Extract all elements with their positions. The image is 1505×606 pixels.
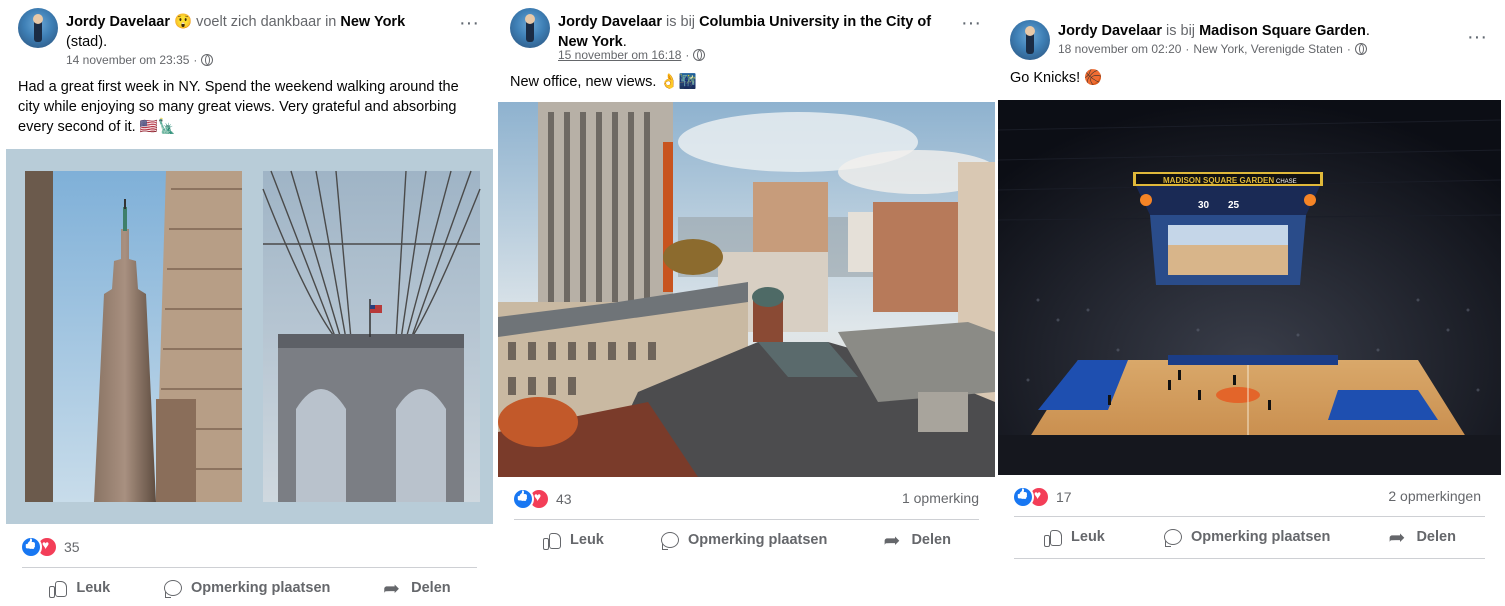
place-suffix: . bbox=[1365, 23, 1370, 39]
post-title-line: Jordy Davelaar 😲 voelt zich dankbaar in … bbox=[66, 12, 437, 52]
like-button[interactable]: Leuk bbox=[1043, 527, 1105, 547]
divider-bottom bbox=[1014, 558, 1485, 559]
share-button[interactable]: Delen bbox=[1388, 525, 1456, 550]
comment-icon bbox=[163, 578, 183, 598]
comment-label: Opmerking plaatsen bbox=[1190, 529, 1331, 545]
reaction-count: 43 bbox=[556, 491, 572, 507]
comment-icon bbox=[1163, 527, 1183, 547]
share-label: Delen bbox=[911, 532, 951, 548]
action-bar: Leuk Opmerking plaatsen Delen bbox=[22, 570, 477, 606]
post-date[interactable]: 18 november om 02:20 bbox=[1058, 42, 1181, 56]
action-text: is bij bbox=[661, 14, 700, 30]
globe-icon bbox=[201, 54, 214, 66]
madison-square-garden-photo: MADISON SQUARE GARDEN CHASE 30 25 bbox=[998, 100, 1501, 475]
reaction-count: 17 bbox=[1056, 489, 1072, 505]
comment-button[interactable]: Opmerking plaatsen bbox=[1163, 527, 1330, 547]
comment-label: Opmerking plaatsen bbox=[687, 532, 828, 548]
reaction-count: 35 bbox=[64, 539, 80, 555]
post-text: New office, new views. 👌🌃 bbox=[510, 74, 697, 90]
post-title-line: Jordy Davelaar is bij Columbia Universit… bbox=[558, 12, 939, 52]
place-link[interactable]: Madison Square Garden bbox=[1199, 23, 1366, 39]
photo-collage-svg bbox=[25, 170, 481, 502]
more-options-icon[interactable]: ··· bbox=[457, 13, 481, 38]
share-button[interactable]: Delen bbox=[383, 576, 451, 601]
post-meta: 18 november om 02:20 · New York, Verenig… bbox=[1058, 42, 1367, 56]
comment-button[interactable]: Opmerking plaatsen bbox=[163, 578, 330, 598]
share-label: Delen bbox=[1416, 529, 1456, 545]
post-date[interactable]: 14 november om 23:35 bbox=[66, 53, 189, 67]
reaction-summary[interactable]: 35 bbox=[20, 536, 80, 558]
post-date[interactable]: 15 november om 16:18 bbox=[558, 48, 681, 62]
post-text: Had a great first week in NY. Spend the … bbox=[18, 79, 459, 135]
thumbs-up-icon bbox=[1043, 527, 1063, 547]
post-header: Jordy Davelaar is bij Columbia Universit… bbox=[510, 8, 983, 68]
columbia-rooftop-photo bbox=[498, 102, 995, 477]
share-button[interactable]: Delen bbox=[883, 528, 951, 553]
action-text: is bij bbox=[1161, 23, 1200, 39]
post-header: Jordy Davelaar is bij Madison Square Gar… bbox=[1010, 8, 1489, 68]
divider bbox=[22, 567, 477, 568]
post-photo[interactable] bbox=[498, 102, 995, 477]
action-text: voelt zich dankbaar in bbox=[192, 14, 341, 30]
post-title-line: Jordy Davelaar is bij Madison Square Gar… bbox=[1058, 21, 1445, 41]
globe-icon bbox=[693, 49, 706, 61]
comment-icon bbox=[660, 530, 680, 550]
scoreboard-banner: MADISON SQUARE GARDEN bbox=[1163, 176, 1274, 185]
post-2: Jordy Davelaar is bij Columbia Universit… bbox=[498, 0, 995, 604]
like-label: Leuk bbox=[570, 532, 604, 548]
share-icon bbox=[883, 528, 903, 553]
post-3: Jordy Davelaar is bij Madison Square Gar… bbox=[998, 0, 1501, 604]
post-photo-collage[interactable] bbox=[6, 149, 493, 524]
reaction-summary[interactable]: 17 bbox=[1012, 486, 1072, 508]
divider bbox=[514, 519, 979, 520]
share-icon bbox=[1388, 525, 1408, 550]
like-reaction-icon bbox=[512, 488, 534, 510]
share-icon bbox=[383, 576, 403, 601]
post-text: Go Knicks! 🏀 bbox=[1010, 70, 1103, 86]
like-button[interactable]: Leuk bbox=[542, 530, 604, 550]
score-home: 30 bbox=[1198, 200, 1210, 211]
post-header: Jordy Davelaar 😲 voelt zich dankbaar in … bbox=[18, 8, 481, 68]
comment-label: Opmerking plaatsen bbox=[190, 580, 331, 596]
scoreboard-sponsor: CHASE bbox=[1276, 179, 1297, 185]
author-name-link[interactable]: Jordy Davelaar bbox=[1058, 23, 1162, 39]
comment-count-link[interactable]: 2 opmerkingen bbox=[1388, 488, 1481, 504]
divider bbox=[1014, 516, 1485, 517]
post-meta: 15 november om 16:18 · bbox=[558, 48, 706, 62]
post-photo[interactable]: MADISON SQUARE GARDEN CHASE 30 25 bbox=[998, 100, 1501, 475]
author-name-link[interactable]: Jordy Davelaar bbox=[66, 14, 170, 30]
place-suffix: (stad). bbox=[66, 34, 108, 50]
thumbs-up-icon bbox=[48, 578, 68, 598]
brooklyn-bridge-photo bbox=[262, 170, 481, 502]
author-avatar[interactable] bbox=[1010, 20, 1050, 60]
like-label: Leuk bbox=[1071, 529, 1105, 545]
like-button[interactable]: Leuk bbox=[48, 578, 110, 598]
author-avatar[interactable] bbox=[18, 8, 58, 48]
more-options-icon[interactable]: ··· bbox=[959, 13, 983, 38]
post-1: Jordy Davelaar 😲 voelt zich dankbaar in … bbox=[6, 0, 493, 604]
globe-icon bbox=[1354, 43, 1367, 55]
author-avatar[interactable] bbox=[510, 8, 550, 48]
comment-button[interactable]: Opmerking plaatsen bbox=[660, 530, 827, 550]
action-bar: Leuk Opmerking plaatsen Delen bbox=[1014, 519, 1485, 555]
scoreboard-graphic: MADISON SQUARE GARDEN CHASE 30 25 bbox=[1133, 172, 1323, 285]
empire-state-photo bbox=[25, 171, 242, 502]
feeling-emoji: 😲 bbox=[174, 14, 193, 30]
post-location[interactable]: New York, Verenigde Staten bbox=[1193, 42, 1342, 56]
thumbs-up-icon bbox=[542, 530, 562, 550]
author-name-link[interactable]: Jordy Davelaar bbox=[558, 14, 662, 30]
score-away: 25 bbox=[1228, 200, 1240, 211]
post-meta: 14 november om 23:35 · bbox=[66, 53, 214, 67]
place-link[interactable]: New York bbox=[340, 14, 405, 30]
like-label: Leuk bbox=[76, 580, 111, 596]
comment-count-link[interactable]: 1 opmerking bbox=[902, 490, 979, 506]
like-reaction-icon bbox=[20, 536, 42, 558]
more-options-icon[interactable]: ··· bbox=[1465, 27, 1489, 52]
reaction-summary[interactable]: 43 bbox=[512, 488, 572, 510]
share-label: Delen bbox=[411, 580, 451, 596]
action-bar: Leuk Opmerking plaatsen Delen bbox=[514, 522, 979, 558]
like-reaction-icon bbox=[1012, 486, 1034, 508]
